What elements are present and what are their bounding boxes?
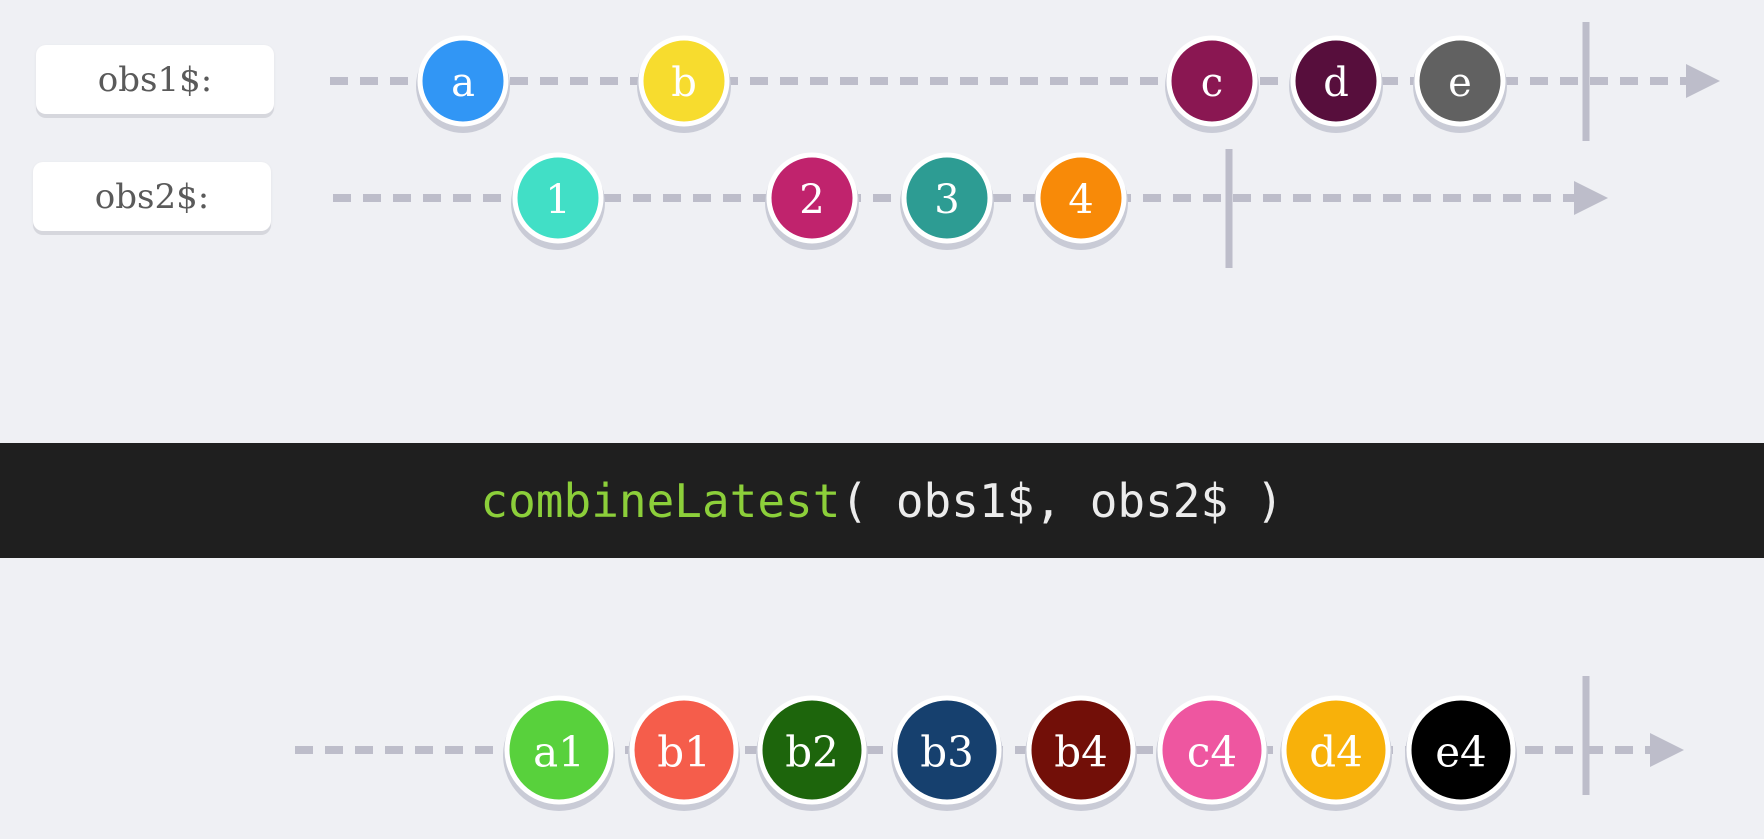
- operator-bar: combineLatest( obs1$, obs2$ ): [0, 443, 1764, 558]
- marble-diagram: obs1$: obs2$: a b c d e 1 2 3 4 a1 b1 b2 b3 b4 c4 d4 e4 …: [0, 0, 1764, 839]
- obs1-marble-label: e: [1448, 60, 1472, 106]
- timelines: a b c d e 1 2 3 4 a1 b1 b2 b3 b4 c4 d4 e4: [295, 22, 1720, 811]
- result-marble-label: e4: [1435, 728, 1487, 777]
- result-marble-label: b1: [657, 728, 711, 777]
- operator-args: ( obs1$, obs2$ ): [840, 473, 1284, 528]
- obs2-marble-label: 3: [934, 177, 959, 223]
- obs1-marble-label: d: [1323, 60, 1349, 106]
- result-marble-label: b3: [920, 728, 974, 777]
- obs1-arrow-icon: [1686, 64, 1720, 98]
- result-marble-label: c4: [1187, 728, 1237, 777]
- obs2-marble-label: 1: [545, 177, 570, 223]
- obs2-marble-label: 4: [1068, 177, 1093, 223]
- obs2-marble-label: 2: [799, 177, 824, 223]
- obs1-marble-label: a: [451, 60, 475, 106]
- result-marble-label: b4: [1054, 728, 1108, 777]
- result-marble-label: a1: [533, 728, 585, 777]
- result-marble-label: d4: [1309, 728, 1363, 777]
- obs1-marble-label: c: [1201, 60, 1223, 106]
- obs2-arrow-icon: [1574, 181, 1608, 215]
- obs1-marble-label: b: [671, 60, 697, 106]
- result-arrow-icon: [1650, 733, 1684, 767]
- result-marble-label: b2: [785, 728, 839, 777]
- operator-name: combineLatest: [480, 473, 841, 528]
